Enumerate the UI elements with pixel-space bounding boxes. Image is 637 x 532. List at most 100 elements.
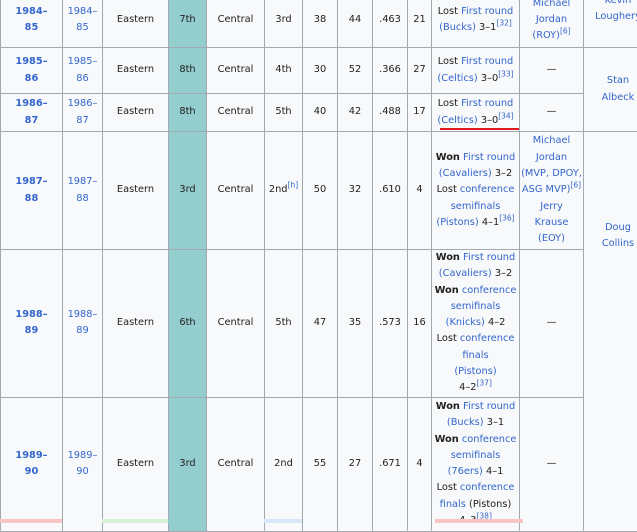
playoff-link[interactable]: First round bbox=[463, 252, 515, 263]
losses-cell: 44 bbox=[338, 0, 373, 48]
wins-cell: 40 bbox=[303, 94, 338, 132]
playoff-link[interactable]: (Pistons) bbox=[436, 217, 478, 228]
pct-cell: .610 bbox=[373, 132, 408, 250]
award-line[interactable]: (EOY) bbox=[521, 231, 582, 247]
season-cell: 1987–88 bbox=[1, 132, 63, 250]
playoff-link[interactable]: conference bbox=[460, 184, 515, 195]
footnote-ref[interactable]: [h] bbox=[288, 181, 299, 190]
coach-name[interactable]: Collins bbox=[585, 236, 637, 252]
playoff-line: semifinals bbox=[433, 299, 518, 315]
division-rank-cell: 4th bbox=[265, 48, 303, 94]
playoff-text: Lost bbox=[437, 333, 460, 344]
conference-cell: Eastern bbox=[103, 0, 169, 48]
citation-ref[interactable]: [33] bbox=[498, 69, 513, 78]
playoff-link[interactable]: finals bbox=[462, 350, 488, 361]
playoff-text: 4–1 bbox=[483, 466, 503, 477]
citation-ref[interactable]: [37] bbox=[476, 379, 491, 388]
playoff-link[interactable]: (76ers) bbox=[448, 466, 483, 477]
season-link[interactable]: 1989–90 bbox=[15, 450, 47, 477]
award-line[interactable]: ASG MVP)[6] bbox=[521, 182, 582, 198]
playoff-line: (Pistons) 4–1[36] bbox=[433, 215, 518, 231]
playoff-line: (76ers) 4–1 bbox=[433, 464, 518, 480]
award-line[interactable]: Jordan bbox=[521, 12, 582, 28]
citation-ref[interactable]: [36] bbox=[499, 214, 514, 223]
playoff-link[interactable]: finals bbox=[440, 499, 466, 510]
playoff-text: Lost bbox=[438, 98, 461, 109]
coach-name[interactable]: Doug bbox=[585, 220, 637, 236]
playoff-link[interactable]: (Pistons) bbox=[454, 366, 496, 377]
playoff-link[interactable]: (Cavaliers) bbox=[439, 268, 492, 279]
team-season-cell: 1985–86 bbox=[63, 48, 103, 94]
coach-name[interactable]: Stan bbox=[585, 73, 637, 89]
playoff-link[interactable]: semifinals bbox=[451, 450, 501, 461]
citation-ref[interactable]: [6] bbox=[570, 181, 581, 190]
losses-cell: 52 bbox=[338, 48, 373, 94]
award-line[interactable]: Michael bbox=[521, 133, 582, 149]
award-line[interactable]: (MVP, DPOY, bbox=[521, 166, 582, 182]
playoffs-cell: Won First round(Bucks) 3–1Won conference… bbox=[432, 397, 520, 531]
playoff-link[interactable]: conference bbox=[462, 285, 517, 296]
wins-cell: 38 bbox=[303, 0, 338, 48]
conference-rank-cell: 7th bbox=[169, 0, 207, 48]
playoff-link[interactable]: First round bbox=[461, 56, 513, 67]
award-line[interactable]: Michael bbox=[521, 0, 582, 12]
playoff-link[interactable]: semifinals bbox=[451, 201, 501, 212]
playoff-link[interactable]: (Bucks) bbox=[439, 22, 476, 33]
season-link[interactable]: 1984–85 bbox=[15, 6, 47, 33]
playoff-link[interactable]: First round bbox=[463, 152, 515, 163]
coach-name[interactable]: Loughery bbox=[585, 9, 637, 25]
season-table: 1984–851984–85Eastern7thCentral3rd3844.4… bbox=[0, 0, 637, 532]
conference-cell: Eastern bbox=[103, 397, 169, 531]
next-row-strip bbox=[0, 519, 62, 523]
table-row: 1987–881987–88Eastern3rdCentral2nd[h]503… bbox=[1, 132, 637, 250]
playoff-link[interactable]: conference bbox=[462, 434, 517, 445]
season-link[interactable]: 1985–86 bbox=[15, 56, 47, 83]
playoff-link[interactable]: First round bbox=[463, 401, 515, 412]
conference-cell: Eastern bbox=[103, 250, 169, 398]
coach-name[interactable]: Albeck bbox=[585, 90, 637, 106]
playoff-line: (Bucks) 3–1[32] bbox=[433, 20, 518, 36]
team-season-link[interactable]: 1984–85 bbox=[68, 6, 98, 33]
playoff-link[interactable]: semifinals bbox=[451, 301, 501, 312]
team-season-link[interactable]: 1988–89 bbox=[68, 309, 98, 336]
award-line[interactable]: (ROY)[6] bbox=[521, 28, 582, 44]
playoff-link[interactable]: (Knicks) bbox=[446, 317, 485, 328]
playoff-link[interactable]: (Bucks) bbox=[447, 417, 484, 428]
team-season-cell: 1988–89 bbox=[63, 250, 103, 398]
red-underline-mark bbox=[440, 128, 519, 130]
season-link[interactable]: 1986–87 bbox=[15, 98, 47, 125]
team-season-link[interactable]: 1986–87 bbox=[68, 98, 98, 125]
citation-ref[interactable]: [34] bbox=[498, 111, 513, 120]
award-line[interactable]: Jerry bbox=[521, 199, 582, 215]
next-row-strip bbox=[435, 519, 523, 523]
conference-cell: Eastern bbox=[103, 94, 169, 132]
wins-cell: 30 bbox=[303, 48, 338, 94]
playoffs-cell: Lost First round(Bucks) 3–1[32] bbox=[432, 0, 520, 48]
division-rank-cell: 5th bbox=[265, 250, 303, 398]
season-cell: 1986–87 bbox=[1, 94, 63, 132]
citation-ref[interactable]: [32] bbox=[496, 19, 511, 28]
team-season-link[interactable]: 1985–86 bbox=[68, 56, 98, 83]
season-link[interactable]: 1988–89 bbox=[15, 309, 47, 336]
season-link[interactable]: 1987–88 bbox=[15, 176, 47, 203]
playoff-link[interactable]: (Celtics) bbox=[437, 115, 477, 126]
playoff-link[interactable]: (Cavaliers) bbox=[439, 168, 492, 179]
citation-ref[interactable]: [6] bbox=[560, 27, 571, 36]
division-cell: Central bbox=[207, 132, 265, 250]
playoff-link[interactable]: First round bbox=[461, 6, 513, 17]
playoff-link[interactable]: (Celtics) bbox=[437, 73, 477, 84]
coach-name[interactable]: Kevin bbox=[585, 0, 637, 9]
playoff-link[interactable]: conference bbox=[460, 333, 515, 344]
season-cell: 1984–85 bbox=[1, 0, 63, 48]
pct-cell: .366 bbox=[373, 48, 408, 94]
playoff-line: Won First round bbox=[433, 399, 518, 415]
division-rank-cell: 2nd bbox=[265, 397, 303, 531]
team-season-link[interactable]: 1987–88 bbox=[68, 176, 98, 203]
playoff-link[interactable]: conference bbox=[460, 482, 515, 493]
team-season-link[interactable]: 1989–90 bbox=[68, 450, 98, 477]
playoff-link[interactable]: First round bbox=[461, 98, 513, 109]
award-line[interactable]: Krause bbox=[521, 215, 582, 231]
division-cell: Central bbox=[207, 397, 265, 531]
award-line[interactable]: Jordan bbox=[521, 150, 582, 166]
division-rank-cell: 3rd bbox=[265, 0, 303, 48]
